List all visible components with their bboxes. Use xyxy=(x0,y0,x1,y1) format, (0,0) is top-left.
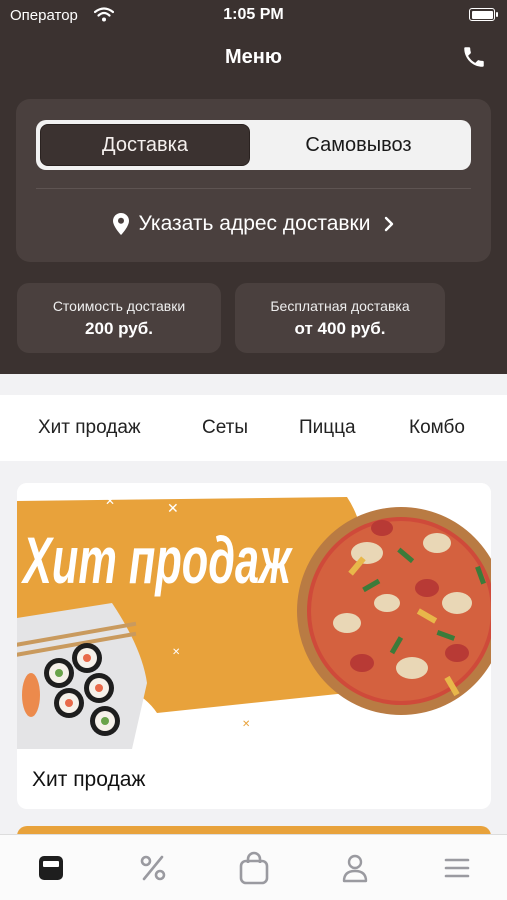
bag-icon[interactable] xyxy=(237,851,271,885)
delivery-cost-card: Стоимость доставки 200 руб. xyxy=(17,283,221,353)
status-bar: Оператор 1:05 PM xyxy=(0,0,507,30)
status-time: 1:05 PM xyxy=(223,6,284,23)
promo-banner-text: Хит продаж xyxy=(20,523,293,597)
delivery-cost-label: Стоимость доставки xyxy=(52,298,186,314)
delivery-card: Доставка Самовывоз Указать адрес доставк… xyxy=(16,99,491,262)
promo-title: Хит продаж xyxy=(32,768,146,791)
percent-icon[interactable] xyxy=(136,851,170,885)
svg-text:✕: ✕ xyxy=(167,501,179,517)
tab-sets[interactable]: Сеты xyxy=(202,417,248,439)
promo-card[interactable]: ✕ ✕ ✕ ✕ Хит продаж Хит продаж xyxy=(17,483,491,809)
promo-banner-image: ✕ ✕ ✕ ✕ Хит продаж xyxy=(17,483,491,749)
bottom-tab-bar xyxy=(0,834,507,900)
category-tabs: Хит продаж Сеты Пицца Комбо xyxy=(0,395,507,461)
menu-icon[interactable] xyxy=(34,851,68,885)
delivery-cost-value: 200 руб. xyxy=(85,319,153,338)
phone-icon[interactable] xyxy=(459,42,489,72)
header-area: Оператор 1:05 PM Меню Доставка Самовывоз xyxy=(0,0,507,374)
delivery-address-button[interactable]: Указать адрес доставки xyxy=(16,202,491,246)
delivery-mode-switch: Доставка Самовывоз xyxy=(36,120,471,170)
delivery-mode-button[interactable]: Доставка xyxy=(40,124,250,166)
svg-text:✕: ✕ xyxy=(242,719,250,730)
pickup-mode-button[interactable]: Самовывоз xyxy=(250,124,467,166)
free-delivery-value: от 400 руб. xyxy=(294,319,386,338)
delivery-address-label: Указать адрес доставки xyxy=(138,212,371,235)
tab-bestsellers[interactable]: Хит продаж xyxy=(38,417,141,439)
profile-icon[interactable] xyxy=(338,851,372,885)
location-pin-icon xyxy=(112,213,129,235)
divider xyxy=(36,188,471,189)
tab-combo[interactable]: Комбо xyxy=(409,417,465,439)
battery-icon xyxy=(469,8,498,21)
tab-pizza[interactable]: Пицца xyxy=(299,417,356,439)
svg-text:✕: ✕ xyxy=(172,647,180,658)
free-delivery-label: Бесплатная доставка xyxy=(270,298,410,314)
svg-text:✕: ✕ xyxy=(105,494,115,508)
page-title: Меню xyxy=(225,46,282,68)
more-icon[interactable] xyxy=(440,851,474,885)
sushi-illustration xyxy=(17,603,147,749)
free-delivery-card: Бесплатная доставка от 400 руб. xyxy=(235,283,445,353)
chevron-right-icon xyxy=(384,216,394,232)
